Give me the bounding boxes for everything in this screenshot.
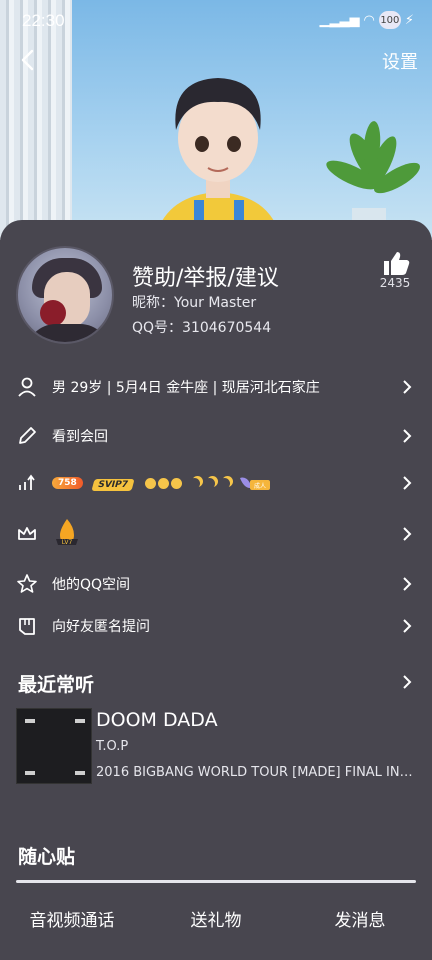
crown-badge: LV7 — [52, 517, 82, 551]
row-qzone[interactable]: 他的QQ空间 — [0, 564, 432, 604]
wifi-icon: ◠ — [363, 12, 375, 28]
zplan-avatar[interactable] — [148, 60, 288, 240]
level-badges: 758 SVIP7 成人 — [52, 474, 272, 492]
signature-text: 看到会回 — [52, 429, 108, 445]
thumbs-up-icon[interactable] — [378, 250, 412, 276]
crown-icon — [18, 527, 36, 540]
row-signature[interactable]: 看到会回 — [0, 416, 432, 456]
basic-info-text: 男 29岁 | 5月4日 金牛座 | 现居河北石家庄 — [52, 380, 320, 396]
divider — [16, 880, 416, 883]
chevron-right-icon[interactable] — [400, 675, 414, 689]
row-crown[interactable]: LV7 — [0, 514, 432, 554]
send-gift-button[interactable]: 送礼物 — [144, 900, 288, 942]
wing-badge-text: 成人 — [254, 482, 266, 490]
profile-name: 赞助/举报/建议 — [132, 266, 279, 291]
chevron-right-icon — [403, 527, 412, 541]
person-icon — [18, 377, 36, 397]
status-icons: ▁▂▃▅ ◠ 100 ⚡ — [320, 11, 414, 29]
battery-icon: 100 — [378, 11, 401, 29]
level-sun-icons — [145, 475, 238, 491]
sticker-title: 随心贴 — [18, 846, 76, 868]
charging-icon: ⚡ — [404, 12, 414, 28]
send-message-button[interactable]: 发消息 — [288, 900, 432, 942]
pencil-icon — [19, 427, 36, 444]
level-up-icon — [19, 474, 35, 490]
bottom-action-bar: 音视频通话 送礼物 发消息 — [0, 900, 432, 942]
qzone-text: 他的QQ空间 — [52, 577, 131, 593]
chevron-right-icon — [403, 476, 412, 490]
back-arrow-icon[interactable] — [14, 46, 42, 74]
song-album: 2016 BIGBANG WORLD TOUR [MADE] FINAL IN … — [96, 765, 414, 780]
recent-listening-title: 最近常听 — [18, 674, 95, 696]
avatar[interactable] — [16, 246, 114, 344]
profile-qq-number: QQ号：3104670544 — [132, 320, 272, 336]
plant-decoration — [326, 121, 420, 230]
status-time: 22:30 — [22, 11, 65, 30]
row-anonymous-question[interactable]: 向好友匿名提问 — [0, 606, 432, 646]
level-badge: 758 — [52, 477, 83, 489]
video-call-button[interactable]: 音视频通话 — [0, 900, 144, 942]
signal-icon: ▁▂▃▅ — [319, 12, 360, 28]
wing-badge-icon: 成人 — [240, 477, 271, 490]
chevron-right-icon — [403, 429, 412, 443]
svip-badge: SVIP7 — [91, 479, 135, 491]
settings-button[interactable]: 设置 — [382, 48, 418, 74]
chevron-right-icon — [403, 380, 412, 394]
star-icon — [17, 574, 37, 593]
row-basic-info[interactable]: 男 29岁 | 5月4日 金牛座 | 现居河北石家庄 — [0, 367, 432, 407]
question-box-icon — [19, 618, 35, 635]
flame-level-icon: LV7 — [56, 519, 78, 546]
album-cover[interactable] — [16, 708, 92, 784]
anonymous-question-text: 向好友匿名提问 — [52, 619, 150, 635]
like-count: 2435 — [379, 276, 411, 290]
profile-card: 赞助/举报/建议 昵称：Your Master QQ号：3104670544 2… — [0, 220, 432, 960]
chevron-right-icon — [403, 577, 412, 591]
profile-nickname: 昵称：Your Master — [132, 295, 257, 311]
crown-level-text: LV7 — [62, 539, 73, 546]
chevron-right-icon — [403, 619, 412, 633]
row-levels[interactable]: 758 SVIP7 成人 — [0, 463, 432, 503]
song-artist: T.O.P — [96, 739, 129, 754]
status-bar: 22:30 ▁▂▃▅ ◠ 100 ⚡ — [0, 0, 432, 40]
song-title[interactable]: DOOM DADA — [96, 709, 218, 731]
rose-decoration — [40, 300, 66, 326]
